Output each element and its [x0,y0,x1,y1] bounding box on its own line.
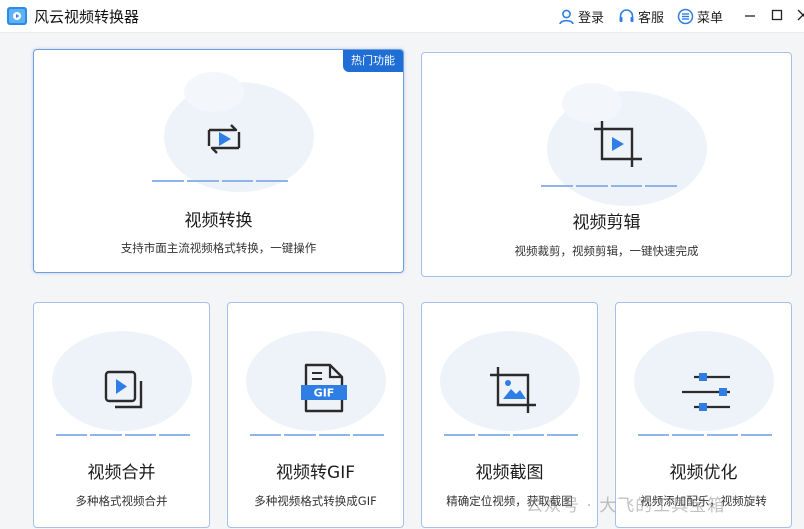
card-video-merge[interactable]: 视频合并 多种格式视频合并 [33,302,210,528]
service-button[interactable]: 客服 [618,6,664,26]
card-title: 视频转GIF [276,463,355,483]
login-label: 登录 [578,10,605,26]
close-button[interactable] [792,4,804,26]
decorative-dash [541,185,677,187]
decorative-dash [444,434,578,436]
title-bar: 风云视频转换器 登录 客服 菜单 [0,0,804,33]
crop-image-icon [490,367,536,413]
decorative-dash [56,434,190,436]
headset-icon [619,8,634,22]
crop-play-icon [594,121,642,167]
menu-icon [677,8,694,24]
gif-label: GIF [314,387,335,400]
card-title: 视频优化 [669,463,738,483]
card-description: 多种视频格式转换成GIF [254,494,377,508]
card-decoration [184,72,244,112]
convert-icon [207,124,241,154]
card-description: 多种格式视频合并 [75,494,168,508]
decorative-dash [250,434,384,436]
card-title: 视频剪辑 [572,213,641,233]
user-icon [559,9,574,24]
maximize-icon [771,9,783,21]
card-description: 视频裁剪，视频剪辑，一键快速完成 [514,244,699,258]
card-title: 视频截图 [475,463,544,483]
card-video-to-gif[interactable]: GIF 视频转GIF 多种视频格式转换成GIF [227,302,404,528]
menu-label: 菜单 [697,10,724,26]
decorative-dash [152,180,288,182]
maximize-button[interactable] [766,4,788,26]
hot-badge: 热门功能 [343,50,403,72]
minimize-icon [745,15,755,17]
card-video-edit[interactable]: 视频剪辑 视频裁剪，视频剪辑，一键快速完成 [421,52,792,277]
service-label: 客服 [638,10,665,26]
gif-icon: GIF [301,363,347,413]
decorative-dash [638,434,772,436]
app-title: 风云视频转换器 [34,8,140,26]
app-logo-icon [7,7,27,25]
menu-button[interactable]: 菜单 [677,6,723,26]
minimize-button[interactable] [739,4,761,26]
sliders-icon [682,373,730,411]
close-icon [797,9,804,21]
card-title: 视频转换 [184,211,253,231]
watermark-text: 公众号 · 大飞的工具宝箱 [526,496,726,516]
card-video-convert[interactable]: 热门功能 视频转换 支持市面主流视频格式转换，一键操作 [33,49,404,273]
login-button[interactable]: 登录 [558,6,604,26]
card-description: 支持市面主流视频格式转换，一键操作 [120,241,317,255]
card-title: 视频合并 [87,463,156,483]
merge-icon [104,370,143,409]
